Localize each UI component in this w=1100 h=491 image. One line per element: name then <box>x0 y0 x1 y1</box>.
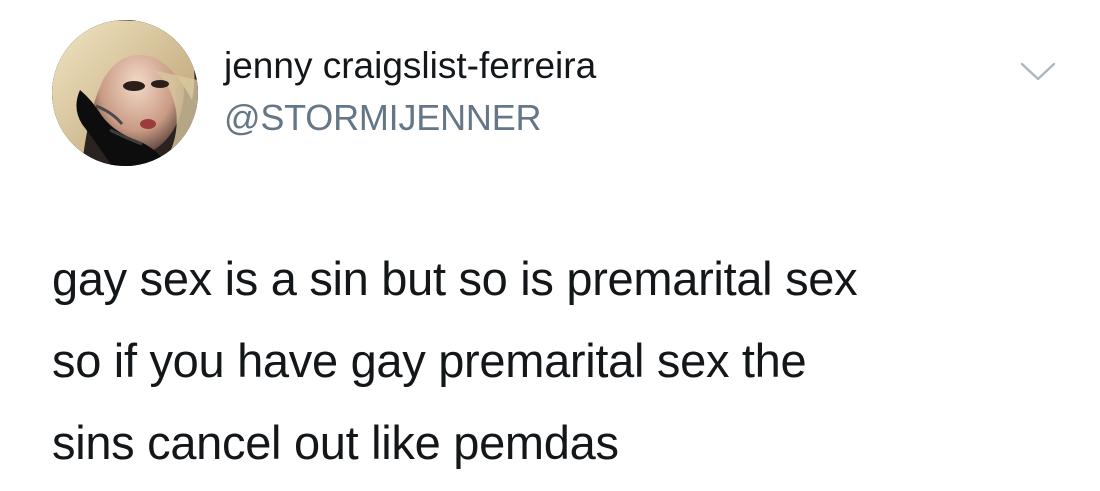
display-name[interactable]: jenny craigslist-ferreira <box>224 44 596 88</box>
user-names: jenny craigslist-ferreira @STORMIJENNER <box>224 44 596 140</box>
tweet-text-line: so if you have gay premarital sex the <box>52 334 807 387</box>
tweet-text-line: gay sex is a sin but so is premarital se… <box>52 252 858 305</box>
tweet-text-line: sins cancel out like pemdas <box>52 416 619 469</box>
tweet-header: jenny craigslist-ferreira @STORMIJENNER <box>52 20 1056 170</box>
avatar-image <box>52 20 198 166</box>
user-handle[interactable]: @STORMIJENNER <box>224 96 596 140</box>
chevron-down-icon[interactable] <box>1020 60 1056 84</box>
tweet-card: jenny craigslist-ferreira @STORMIJENNER … <box>0 0 1100 491</box>
tweet-text: gay sex is a sin but so is premarital se… <box>52 238 1072 484</box>
avatar[interactable] <box>52 20 198 166</box>
